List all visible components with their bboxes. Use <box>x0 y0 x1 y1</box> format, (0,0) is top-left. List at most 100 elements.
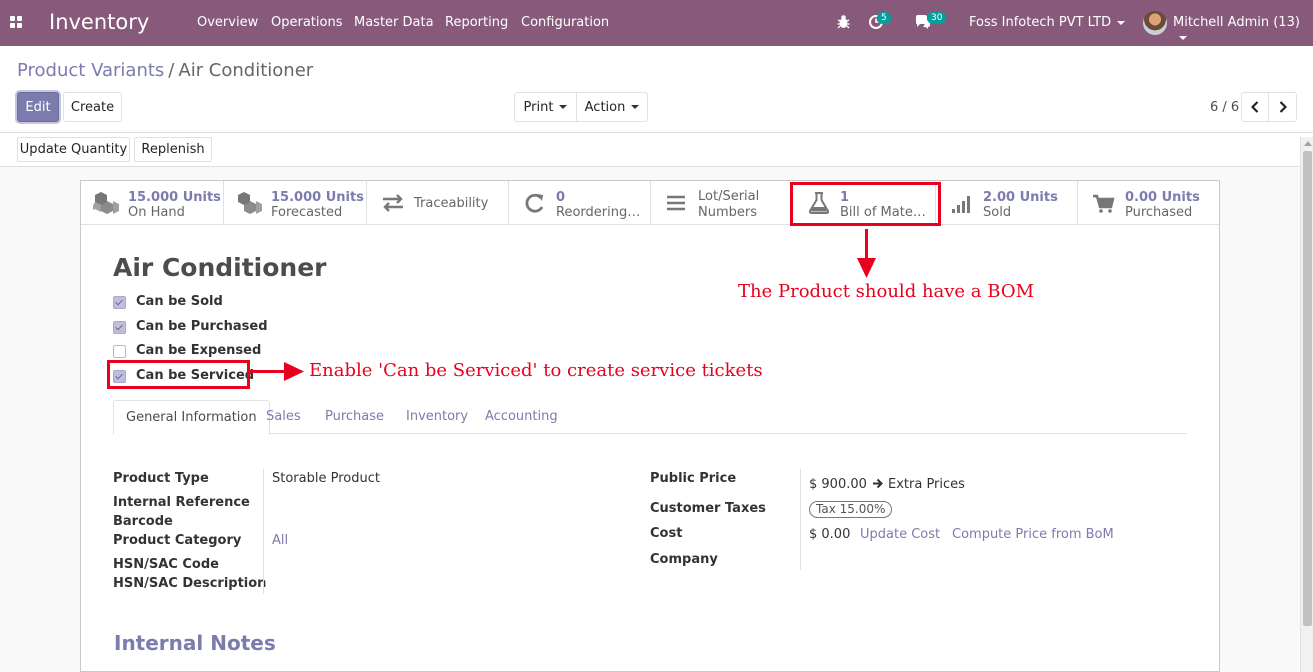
purchased-value: 0.00 Units <box>1125 190 1200 205</box>
menu-configuration[interactable]: Configuration <box>521 15 609 30</box>
pager-previous-button[interactable] <box>1241 92 1269 122</box>
arrow-down-icon <box>857 258 876 278</box>
pager-value[interactable]: 6 / 6 <box>1210 100 1239 115</box>
page-scrollbar[interactable] <box>1300 137 1313 672</box>
barcode-label: Barcode <box>113 514 173 529</box>
sold-smart-button[interactable]: 2.00 Units Sold <box>936 181 1078 225</box>
extra-prices-label: Extra Prices <box>888 477 965 492</box>
messages-chat-icon[interactable]: 30 <box>915 12 947 33</box>
on-hand-label: On Hand <box>128 205 185 220</box>
can-be-expensed-checkbox[interactable] <box>113 345 126 358</box>
sold-value: 2.00 Units <box>983 190 1058 205</box>
print-label: Print <box>523 99 554 115</box>
top-navbar: Inventory Overview Operations Master Dat… <box>0 0 1313 46</box>
form-button-bar: Update Quantity Replenish <box>0 133 1313 167</box>
compute-price-from-bom-link[interactable]: Compute Price from BoM <box>952 527 1114 542</box>
bars-list-icon <box>667 195 685 211</box>
internal-notes-heading: Internal Notes <box>114 631 276 655</box>
chevron-down-icon <box>1179 35 1187 40</box>
chevron-left-icon <box>1251 101 1259 113</box>
chevron-down-icon <box>631 105 640 109</box>
signal-bars-icon <box>952 196 970 213</box>
on-hand-smart-button[interactable]: 15.000 Units On Hand <box>81 181 224 225</box>
tab-inventory[interactable]: Inventory <box>394 400 480 434</box>
menu-overview[interactable]: Overview <box>197 15 258 30</box>
tax-badge[interactable]: Tax 15.00% <box>809 501 893 518</box>
sold-label: Sold <box>983 205 1012 220</box>
tab-purchase[interactable]: Purchase <box>313 400 396 434</box>
menu-operations[interactable]: Operations <box>271 15 342 30</box>
app-name[interactable]: Inventory <box>49 10 149 34</box>
forecasted-value: 15.000 Units <box>271 190 364 205</box>
apps-menu-icon[interactable] <box>10 16 24 30</box>
exchange-arrows-icon <box>383 194 403 212</box>
user-avatar[interactable] <box>1143 11 1167 35</box>
purchased-smart-button[interactable]: 0.00 Units Purchased <box>1078 181 1219 225</box>
company-name: Foss Infotech PVT LTD <box>969 15 1112 30</box>
notebook-tabs: General Information Sales Purchase Inven… <box>113 400 1187 435</box>
serviced-arrow-shaft <box>250 370 288 373</box>
breadcrumb-separator: / <box>168 60 175 81</box>
breadcrumb-product-variants[interactable]: Product Variants <box>17 60 164 81</box>
forecasted-smart-button[interactable]: 15.000 Units Forecasted <box>224 181 367 225</box>
edit-button[interactable]: Edit <box>17 92 59 122</box>
tab-sales[interactable]: Sales <box>254 400 313 434</box>
company-switcher[interactable]: Foss Infotech PVT LTD <box>969 15 1126 30</box>
serviced-highlight-box <box>107 360 250 389</box>
arrow-right-icon <box>284 362 304 381</box>
company-label: Company <box>650 552 718 567</box>
user-menu[interactable]: Mitchell Admin (13) <box>1173 15 1313 45</box>
cost-value[interactable]: $ 0.00 <box>809 527 850 542</box>
on-hand-value: 15.000 Units <box>128 190 221 205</box>
can-be-sold-label: Can be Sold <box>136 294 223 309</box>
replenish-button[interactable]: Replenish <box>134 137 212 162</box>
traceability-label: Traceability <box>414 196 489 211</box>
public-price-label: Public Price <box>650 471 737 486</box>
internal-reference-label: Internal Reference <box>113 495 250 510</box>
left-group-divider <box>263 469 264 594</box>
action-label: Action <box>584 99 626 115</box>
print-dropdown[interactable]: Print <box>514 92 577 122</box>
chevron-down-icon <box>559 105 568 109</box>
lot-serial-smart-button[interactable]: Lot/Serial Numbers <box>651 181 793 225</box>
product-category-value[interactable]: All <box>272 533 288 548</box>
update-cost-link[interactable]: Update Cost <box>860 527 940 542</box>
traceability-smart-button[interactable]: Traceability <box>367 181 509 225</box>
can-be-sold-checkbox[interactable] <box>113 296 126 309</box>
control-panel: Product Variants / Air Conditioner Edit Cr… <box>0 46 1313 133</box>
create-button[interactable]: Create <box>63 92 122 122</box>
public-price-value[interactable]: $ 900.00 <box>809 477 867 492</box>
tab-general-information[interactable]: General Information <box>113 400 270 435</box>
cubes-icon <box>238 192 262 214</box>
can-be-purchased-checkbox[interactable] <box>113 321 126 334</box>
user-name: Mitchell Admin (13) <box>1173 15 1300 30</box>
reordering-smart-button[interactable]: 0 Reordering ... <box>509 181 651 225</box>
debug-bug-icon[interactable] <box>837 14 850 33</box>
shopping-cart-icon <box>1093 194 1115 213</box>
can-be-expensed-label: Can be Expensed <box>136 343 262 358</box>
breadcrumb: Product Variants / Air Conditioner <box>17 60 313 81</box>
tab-accounting[interactable]: Accounting <box>473 400 570 434</box>
activity-clock-icon[interactable]: 5 <box>869 12 891 33</box>
can-be-purchased-label: Can be Purchased <box>136 319 268 334</box>
product-type-label: Product Type <box>113 471 209 486</box>
action-dropdown[interactable]: Action <box>576 92 648 122</box>
hsn-code-label: HSN/SAC Code <box>113 557 219 572</box>
menu-reporting[interactable]: Reporting <box>445 15 508 30</box>
scrollbar-thumb[interactable] <box>1303 151 1312 626</box>
serviced-annotation-text: Enable 'Can be Serviced' to create servi… <box>309 360 763 381</box>
pager-next-button[interactable] <box>1268 92 1297 122</box>
menu-master-data[interactable]: Master Data <box>354 15 434 30</box>
extra-prices-button[interactable]: Extra Prices <box>872 477 965 492</box>
customer-taxes-label: Customer Taxes <box>650 501 766 516</box>
right-group-divider <box>800 469 801 570</box>
arrow-right-icon <box>873 478 883 489</box>
forecasted-label: Forecasted <box>271 205 343 220</box>
update-quantity-button[interactable]: Update Quantity <box>17 137 130 162</box>
lot-serial-label-1: Lot/Serial <box>698 189 760 204</box>
scroll-up-arrow-icon[interactable] <box>1304 141 1312 146</box>
bom-highlight-box <box>790 182 941 226</box>
product-type-value[interactable]: Storable Product <box>272 471 380 486</box>
hsn-description-label: HSN/SAC Description <box>113 576 267 591</box>
cost-label: Cost <box>650 526 683 541</box>
